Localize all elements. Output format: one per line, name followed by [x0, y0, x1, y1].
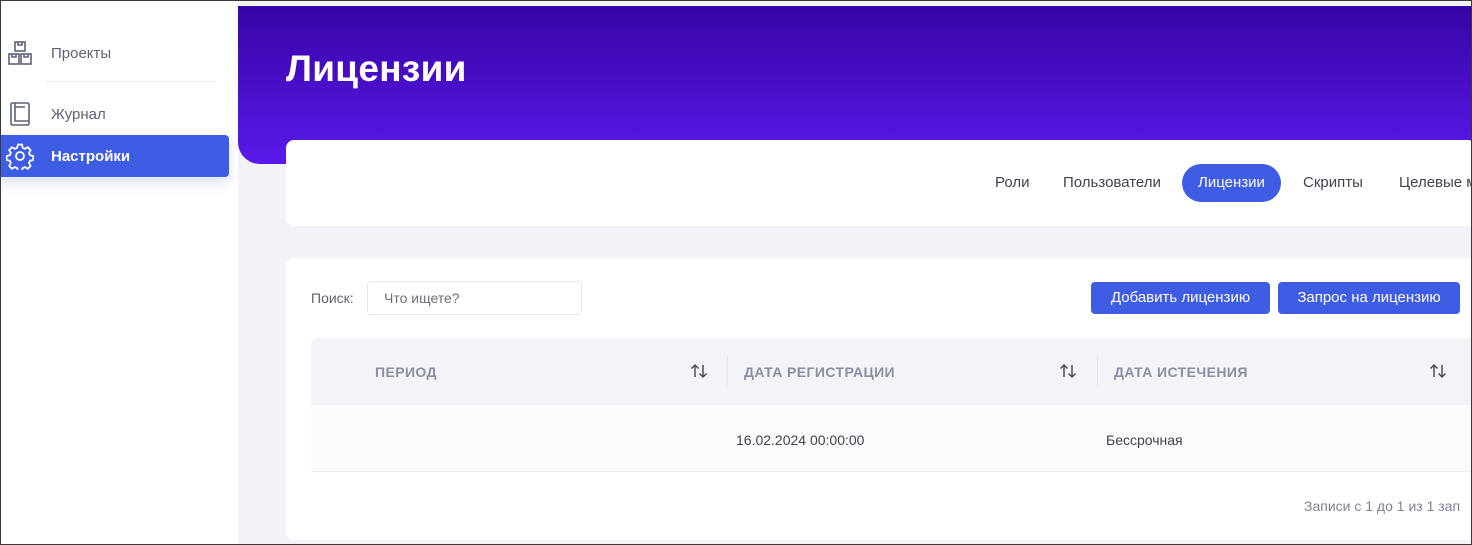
- table-row[interactable]: [311, 405, 1472, 472]
- sort-icon[interactable]: [689, 361, 709, 381]
- column-divider: [1097, 355, 1098, 387]
- sidebar-item-settings[interactable]: Настройки: [0, 135, 229, 177]
- sidebar-item-projects[interactable]: Проекты: [0, 36, 229, 70]
- tab-users[interactable]: Пользователи: [1047, 164, 1177, 202]
- column-header-registration-date[interactable]: ДАТА РЕГИСТРАЦИИ: [744, 364, 895, 380]
- tab-roles[interactable]: Роли: [979, 164, 1046, 202]
- sidebar-divider: [46, 81, 216, 82]
- cell-registration-date: 16.02.2024 00:00:00: [736, 432, 865, 448]
- book-icon: [0, 101, 40, 127]
- tab-licenses[interactable]: Лицензии: [1182, 164, 1281, 202]
- sidebar-item-label: Настройки: [51, 147, 131, 165]
- sort-icon[interactable]: [1058, 361, 1078, 381]
- page-title: Лицензии: [286, 48, 467, 89]
- add-license-button[interactable]: Добавить лицензию: [1091, 282, 1270, 314]
- cell-expiration-date: Бессрочная: [1106, 432, 1183, 448]
- column-divider: [727, 355, 728, 387]
- sort-icon[interactable]: [1428, 361, 1448, 381]
- column-header-period[interactable]: ПЕРИОД: [375, 364, 437, 380]
- boxes-icon: [0, 40, 40, 66]
- search-label: Поиск:: [311, 290, 354, 306]
- sidebar: Проекты Журнал Настройки: [0, 0, 238, 545]
- tab-targets[interactable]: Целевые м: [1383, 164, 1472, 202]
- sidebar-item-label: Журнал: [51, 105, 106, 123]
- column-header-expiration-date[interactable]: ДАТА ИСТЕЧЕНИЯ: [1114, 364, 1248, 380]
- tab-scripts[interactable]: Скрипты: [1287, 164, 1379, 202]
- search-input[interactable]: [367, 281, 582, 315]
- gear-icon: [0, 142, 40, 170]
- table-info: Записи с 1 до 1 из 1 зап: [1304, 498, 1461, 514]
- sidebar-item-journal[interactable]: Журнал: [0, 97, 229, 131]
- sidebar-item-label: Проекты: [51, 44, 112, 62]
- request-license-button[interactable]: Запрос на лицензию: [1278, 282, 1460, 314]
